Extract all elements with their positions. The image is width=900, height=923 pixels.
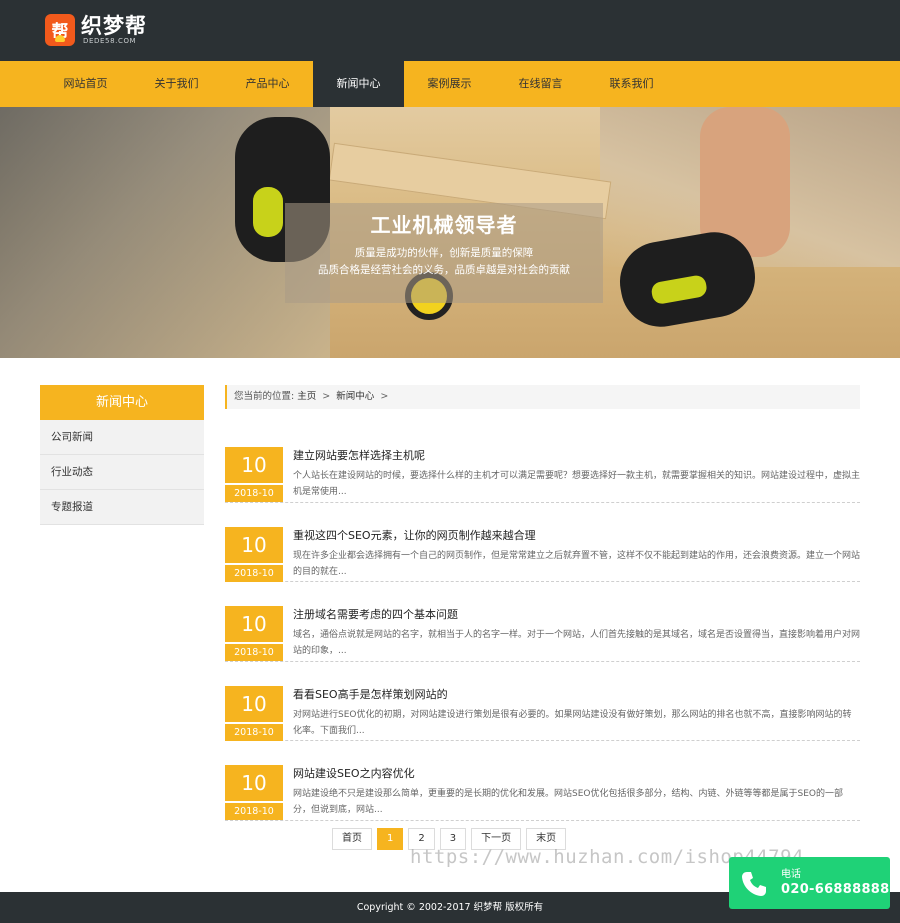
news-item[interactable]: 10 2018-10 网站建设SEO之内容优化网站建设绝不只是建设那么简单，更重要的…	[225, 741, 860, 821]
logo-sub: DEDE58.COM	[83, 36, 137, 45]
nav-item-contact[interactable]: 联系我们	[586, 61, 677, 107]
logo-name: 织梦帮	[81, 13, 147, 38]
banner-title: 工业机械领导者	[370, 213, 518, 237]
news-item[interactable]: 10 2018-10 注册域名需要考虑的四个基本问题域名，通俗点说就是网站的名字，就…	[225, 582, 860, 662]
news-date: 10 2018-10	[225, 606, 283, 661]
phone-number: 020-66888888	[781, 882, 890, 897]
news-day: 10	[225, 765, 283, 801]
news-day: 10	[225, 606, 283, 642]
main-content: 您当前的位置: 主页 > 新闻中心 > 10 2018-10 建立网站要怎样选择主机…	[225, 385, 860, 821]
main-nav: 网站首页 关于我们 产品中心 新闻中心 案例展示 在线留言 联系我们	[0, 61, 900, 107]
news-year-month: 2018-10	[225, 644, 283, 661]
nav-item-products[interactable]: 产品中心	[222, 61, 313, 107]
breadcrumb-home-link[interactable]: 主页	[297, 391, 316, 402]
phone-icon	[742, 872, 766, 896]
sidebar-item-industry-news[interactable]: 行业动态	[40, 455, 204, 490]
breadcrumb-news-link[interactable]: 新闻中心	[336, 391, 374, 402]
sidebar-item-company-news[interactable]: 公司新闻	[40, 420, 204, 455]
hero-banner: 工业机械领导者 质量是成功的伙伴，创新是质量的保障 品质合格是经营社会的义务，品…	[0, 107, 900, 358]
banner-subtitle: 质量是成功的伙伴，创新是质量的保障	[354, 247, 534, 259]
news-summary: 域名，通俗点说就是网站的名字，就相当于人的名字一样。对于一个网站，人们首先接触的…	[293, 630, 861, 656]
nav-item-cases[interactable]: 案例展示	[404, 61, 495, 107]
site-header: 帮 织梦帮 DEDE58.COM	[0, 0, 900, 61]
news-summary: 现在许多企业都会选择拥有一个自己的网页制作，但是常常建立之后就弃置不管，这样不仅…	[293, 550, 861, 577]
logo-icon: 帮	[45, 14, 75, 46]
news-year-month: 2018-10	[225, 564, 283, 582]
nav-item-home[interactable]: 网站首页	[40, 61, 131, 107]
news-day: 10	[225, 685, 283, 722]
news-item[interactable]: 10 2018-10 建立网站要怎样选择主机呢个人站长在建设网站的时候，要选择什么样…	[225, 423, 860, 503]
nav-item-news[interactable]: 新闻中心	[313, 61, 404, 107]
news-list: 10 2018-10 建立网站要怎样选择主机呢 个人站长在建设网站的时候，要选择什么样…	[225, 423, 860, 821]
sidebar-item-special-reports[interactable]: 专题报道	[40, 490, 204, 525]
news-title-link[interactable]: 看看SEO高手是怎样策划网站的	[293, 688, 860, 702]
breadcrumb: 您当前的位置: 主页 > 新闻中心 >	[225, 385, 860, 409]
news-title-link[interactable]: 注册域名需要考虑的四个基本问题	[293, 608, 860, 622]
news-date: 10 2018-10	[225, 765, 283, 820]
news-year-month: 2018-10	[225, 803, 283, 820]
news-summary: 网站建设绝不只是建设那么简单，更重要的是长期的优化和发展。网站SEO优化包括很多…	[293, 789, 843, 815]
page-1-button[interactable]: 1	[377, 828, 404, 850]
nav-list: 网站首页 关于我们 产品中心 新闻中心 案例展示 在线留言 联系我们	[40, 61, 677, 107]
nav-item-about[interactable]: 关于我们	[131, 61, 222, 107]
news-date: 10 2018-10	[225, 685, 283, 741]
news-title-link[interactable]: 网站建设SEO之内容优化	[293, 767, 860, 781]
sidebar: 新闻中心 公司新闻 行业动态 专题报道	[40, 385, 204, 525]
news-date: 10 2018-10	[225, 447, 283, 502]
phone-float-button[interactable]: 电话 020-66888888	[729, 857, 890, 909]
news-item[interactable]: 10 2018-10 重视这四个SEO元素，让你的网页制作越来越合理现在许多企业都会…	[225, 503, 861, 582]
news-year-month: 2018-10	[225, 723, 283, 741]
nav-item-message[interactable]: 在线留言	[495, 61, 586, 107]
phone-label: 电话	[781, 869, 801, 880]
copyright-text: Copyright © 2002-2017 织梦帮 版权所有	[356, 902, 544, 913]
banner-subtitle: 品质合格是经营社会的义务，品质卓越是对社会的贡献	[318, 264, 570, 276]
news-item[interactable]: 10 2018-10 看看SEO高手是怎样策划网站的对网站进行SEO优化的初期，对网…	[225, 662, 860, 741]
first-page-button[interactable]: 首页	[332, 828, 372, 850]
news-year-month: 2018-10	[225, 485, 283, 502]
news-summary: 对网站进行SEO优化的初期，对网站建设进行策划是很有必要的。如果网站建设没有做好…	[293, 709, 852, 736]
logo[interactable]: 帮 织梦帮 DEDE58.COM	[45, 12, 147, 48]
news-date: 10 2018-10	[225, 526, 283, 582]
news-summary: 个人站长在建设网站的时候，要选择什么样的主机才可以满足需要呢？想要选择好一款主机…	[293, 471, 861, 497]
news-title-link[interactable]: 建立网站要怎样选择主机呢	[293, 449, 860, 463]
news-title-link[interactable]: 重视这四个SEO元素，让你的网页制作越来越合理	[293, 529, 860, 543]
sidebar-title: 新闻中心	[40, 385, 204, 420]
news-day: 10	[225, 447, 283, 483]
news-day: 10	[225, 526, 283, 563]
